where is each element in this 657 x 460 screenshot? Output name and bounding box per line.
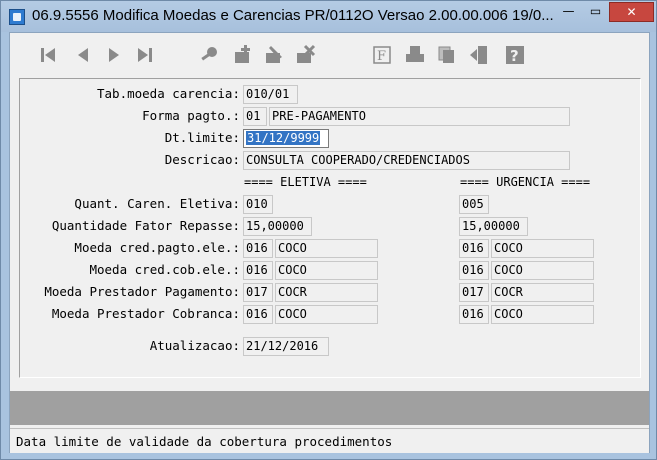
title-bar[interactable]: 06.9.5556 Modifica Moedas e Carencias PR… xyxy=(1,1,656,32)
qtd-fator-label: Quantidade Fator Repasse: xyxy=(51,218,240,233)
empty-panel xyxy=(10,391,649,425)
moeda-urgencia-desc: COCR xyxy=(491,283,594,302)
eletiva-header: ==== ELETIVA ==== xyxy=(244,175,367,189)
delete-icon xyxy=(297,44,316,63)
qtd-fator-eletiva-field: 15,00000 xyxy=(243,217,312,236)
help-icon: ? xyxy=(506,46,524,65)
moeda-eletiva-desc: COCR xyxy=(275,283,378,302)
last-record-button[interactable] xyxy=(132,42,158,68)
minimize-button[interactable]: — xyxy=(555,2,582,22)
help-button[interactable]: ? xyxy=(502,42,528,68)
app-icon xyxy=(9,9,25,25)
moeda-eletiva-code: 017 xyxy=(243,283,273,302)
atualizacao-field: 21/12/2016 xyxy=(243,337,329,356)
status-bar: Data limite de validade da cobertura pro… xyxy=(10,428,649,453)
quant-caren-label: Quant. Caren. Eletiva: xyxy=(74,196,240,211)
key-icon xyxy=(201,47,217,61)
descricao-label: Descricao: xyxy=(164,152,240,167)
filter-button[interactable]: F xyxy=(369,42,395,68)
forma-pagto-code-field: 01 xyxy=(243,107,267,126)
exit-icon xyxy=(470,46,487,64)
first-record-button[interactable] xyxy=(35,42,61,68)
moeda-row-label: Moeda cred.cob.ele.: xyxy=(89,262,240,277)
moeda-eletiva-code: 016 xyxy=(243,261,273,280)
add-button[interactable] xyxy=(229,42,255,68)
moeda-urgencia-desc: COCO xyxy=(491,305,594,324)
dt-limite-label: Dt.limite: xyxy=(164,130,240,145)
status-message: Data limite de validade da cobertura pro… xyxy=(16,434,393,449)
dt-limite-value: 31/12/9999 xyxy=(246,131,321,145)
copy-button[interactable] xyxy=(434,42,460,68)
moeda-urgencia-code: 017 xyxy=(459,283,489,302)
moeda-eletiva-desc: COCO xyxy=(275,261,378,280)
prev-record-button[interactable] xyxy=(70,42,96,68)
close-button[interactable]: ✕ xyxy=(609,2,654,22)
form-panel: Tab.moeda carencia: 010/01 Forma pagto.:… xyxy=(19,78,641,378)
edit-icon xyxy=(266,46,282,63)
exit-button[interactable] xyxy=(466,42,492,68)
moeda-urgencia-desc: COCO xyxy=(491,261,594,280)
forma-pagto-label: Forma pagto.: xyxy=(142,108,240,123)
forma-pagto-desc-field: PRE-PAGAMENTO xyxy=(269,107,570,126)
moeda-eletiva-code: 016 xyxy=(243,305,273,324)
window-title: 06.9.5556 Modifica Moedas e Carencias PR… xyxy=(32,7,554,24)
moeda-row-label: Moeda Prestador Cobranca: xyxy=(51,306,240,321)
tab-moeda-label: Tab.moeda carencia: xyxy=(97,86,240,101)
print-button[interactable] xyxy=(402,42,428,68)
next-record-button[interactable] xyxy=(101,42,127,68)
maximize-button[interactable]: ▭ xyxy=(582,2,609,22)
moeda-urgencia-code: 016 xyxy=(459,239,489,258)
prev-icon xyxy=(78,48,88,62)
toolbar: F ? xyxy=(10,33,649,76)
moeda-urgencia-code: 016 xyxy=(459,261,489,280)
atualizacao-label: Atualizacao: xyxy=(149,338,240,353)
moeda-eletiva-desc: COCO xyxy=(275,305,378,324)
svg-text:?: ? xyxy=(510,47,519,65)
last-icon xyxy=(138,48,152,62)
moeda-urgencia-code: 016 xyxy=(459,305,489,324)
moeda-row-label: Moeda Prestador Pagamento: xyxy=(44,284,240,299)
tab-moeda-field: 010/01 xyxy=(243,85,298,104)
goto-button[interactable] xyxy=(196,42,222,68)
add-icon xyxy=(235,45,250,63)
urgencia-header: ==== URGENCIA ==== xyxy=(460,175,591,189)
next-icon xyxy=(109,48,119,62)
copy-icon xyxy=(438,46,454,63)
edit-button[interactable] xyxy=(261,42,287,68)
print-icon xyxy=(406,46,424,62)
quant-caren-eletiva-field: 010 xyxy=(243,195,273,214)
moeda-eletiva-code: 016 xyxy=(243,239,273,258)
moeda-eletiva-desc: COCO xyxy=(275,239,378,258)
app-window: 06.9.5556 Modifica Moedas e Carencias PR… xyxy=(0,0,657,460)
qtd-fator-urgencia-field: 15,00000 xyxy=(459,217,528,236)
filter-icon: F xyxy=(373,46,391,64)
dt-limite-input[interactable]: 31/12/9999 xyxy=(243,129,329,148)
moeda-urgencia-desc: COCO xyxy=(491,239,594,258)
delete-button[interactable] xyxy=(292,42,318,68)
quant-caren-urgencia-field: 005 xyxy=(459,195,489,214)
svg-text:F: F xyxy=(377,49,386,64)
moeda-row-label: Moeda cred.pagto.ele.: xyxy=(74,240,240,255)
first-icon xyxy=(41,48,55,62)
client-area: F ? Tab.moeda carencia: 010/01 Forma pag… xyxy=(9,32,650,453)
descricao-field: CONSULTA COOPERADO/CREDENCIADOS xyxy=(243,151,570,170)
